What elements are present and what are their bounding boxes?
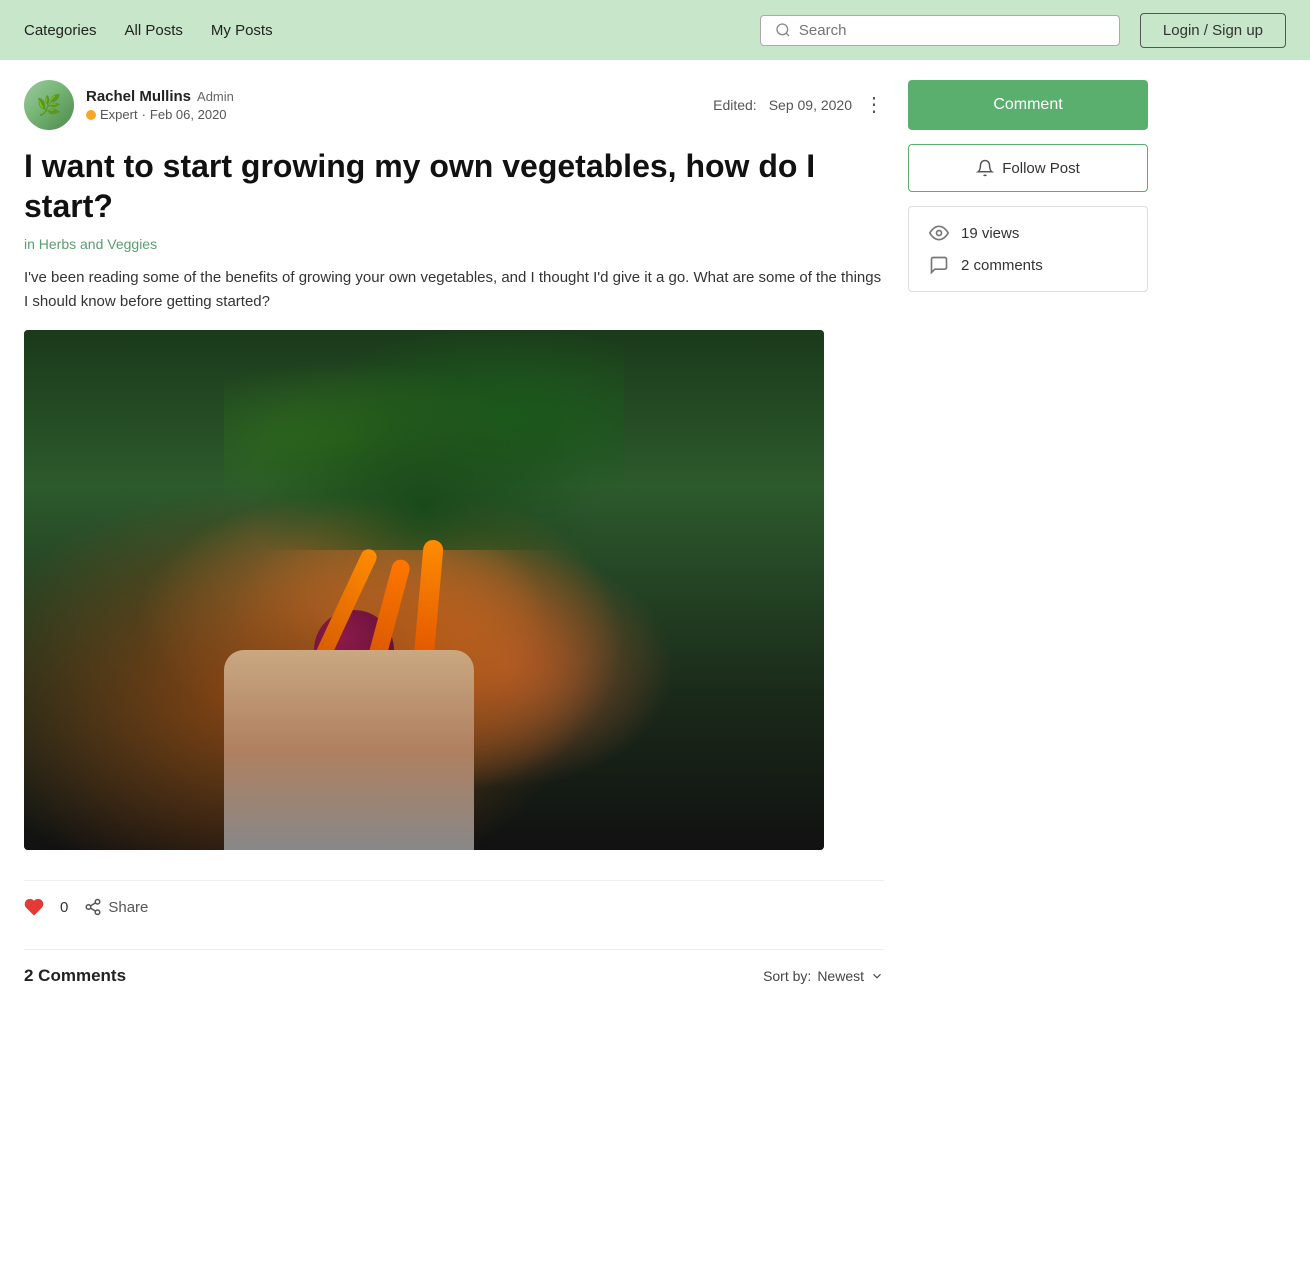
author-name-row: Rachel Mullins Admin bbox=[86, 88, 234, 105]
avatar: 🌿 bbox=[24, 80, 74, 130]
post-category[interactable]: in Herbs and Veggies bbox=[24, 236, 884, 252]
author-row: 🌿 Rachel Mullins Admin Expert · Feb 06, … bbox=[24, 80, 884, 130]
views-count: 19 views bbox=[961, 225, 1019, 242]
comments-header: 2 Comments Sort by: Newest bbox=[24, 949, 884, 1002]
login-button[interactable]: Login / Sign up bbox=[1140, 13, 1286, 48]
like-count: 0 bbox=[60, 899, 68, 916]
search-box[interactable] bbox=[760, 15, 1120, 46]
hands-decoration bbox=[224, 650, 474, 850]
share-icon bbox=[84, 898, 102, 916]
heart-icon bbox=[24, 897, 44, 917]
main-layout: 🌿 Rachel Mullins Admin Expert · Feb 06, … bbox=[0, 60, 1310, 1022]
views-stat: 19 views bbox=[929, 223, 1127, 243]
separator: · bbox=[142, 107, 146, 122]
nav-categories[interactable]: Categories bbox=[24, 22, 97, 39]
edited-label: Edited: bbox=[713, 97, 757, 113]
bell-icon bbox=[976, 159, 994, 177]
post-image bbox=[24, 330, 824, 850]
search-icon bbox=[775, 22, 791, 38]
share-button[interactable]: Share bbox=[84, 898, 148, 916]
chevron-down-icon bbox=[870, 969, 884, 983]
nav-all-posts[interactable]: All Posts bbox=[125, 22, 183, 39]
post-body: I've been reading some of the benefits o… bbox=[24, 266, 884, 314]
more-options-button[interactable]: ⋮ bbox=[864, 95, 884, 115]
author-left: 🌿 Rachel Mullins Admin Expert · Feb 06, … bbox=[24, 80, 234, 130]
article: 🌿 Rachel Mullins Admin Expert · Feb 06, … bbox=[24, 80, 884, 1002]
author-right: Edited: Sep 09, 2020 ⋮ bbox=[713, 95, 884, 115]
eye-icon bbox=[929, 223, 949, 243]
greens-decoration bbox=[224, 330, 624, 550]
nav-links: Categories All Posts My Posts bbox=[24, 22, 760, 39]
expert-dot-icon bbox=[86, 110, 96, 120]
nav-my-posts[interactable]: My Posts bbox=[211, 22, 273, 39]
post-title: I want to start growing my own vegetable… bbox=[24, 146, 884, 226]
search-input[interactable] bbox=[799, 22, 1105, 39]
comments-stat: 2 comments bbox=[929, 255, 1127, 275]
comments-count: 2 Comments bbox=[24, 966, 126, 986]
edited-date: Sep 09, 2020 bbox=[769, 97, 852, 113]
navigation: Categories All Posts My Posts Login / Si… bbox=[0, 0, 1310, 60]
comment-icon bbox=[929, 255, 949, 275]
stats-box: 19 views 2 comments bbox=[908, 206, 1148, 292]
post-image-inner bbox=[24, 330, 824, 850]
like-button[interactable] bbox=[24, 897, 44, 917]
comments-count-stat: 2 comments bbox=[961, 257, 1043, 274]
follow-post-label: Follow Post bbox=[1002, 160, 1080, 177]
comment-button[interactable]: Comment bbox=[908, 80, 1148, 130]
sidebar: Comment Follow Post 19 views 2 comments bbox=[908, 80, 1148, 1002]
expert-label: Expert bbox=[100, 107, 138, 122]
post-actions: 0 Share bbox=[24, 880, 884, 933]
author-role: Admin bbox=[197, 89, 234, 104]
author-name: Rachel Mullins bbox=[86, 88, 191, 105]
share-label: Share bbox=[108, 899, 148, 916]
sort-by-dropdown[interactable]: Sort by: Newest bbox=[763, 968, 884, 984]
post-date: Feb 06, 2020 bbox=[150, 107, 227, 122]
follow-post-button[interactable]: Follow Post bbox=[908, 144, 1148, 192]
sort-by-value: Newest bbox=[817, 968, 864, 984]
author-info: Rachel Mullins Admin Expert · Feb 06, 20… bbox=[86, 88, 234, 122]
sort-by-label: Sort by: bbox=[763, 968, 811, 984]
expert-badge: Expert · Feb 06, 2020 bbox=[86, 107, 234, 122]
